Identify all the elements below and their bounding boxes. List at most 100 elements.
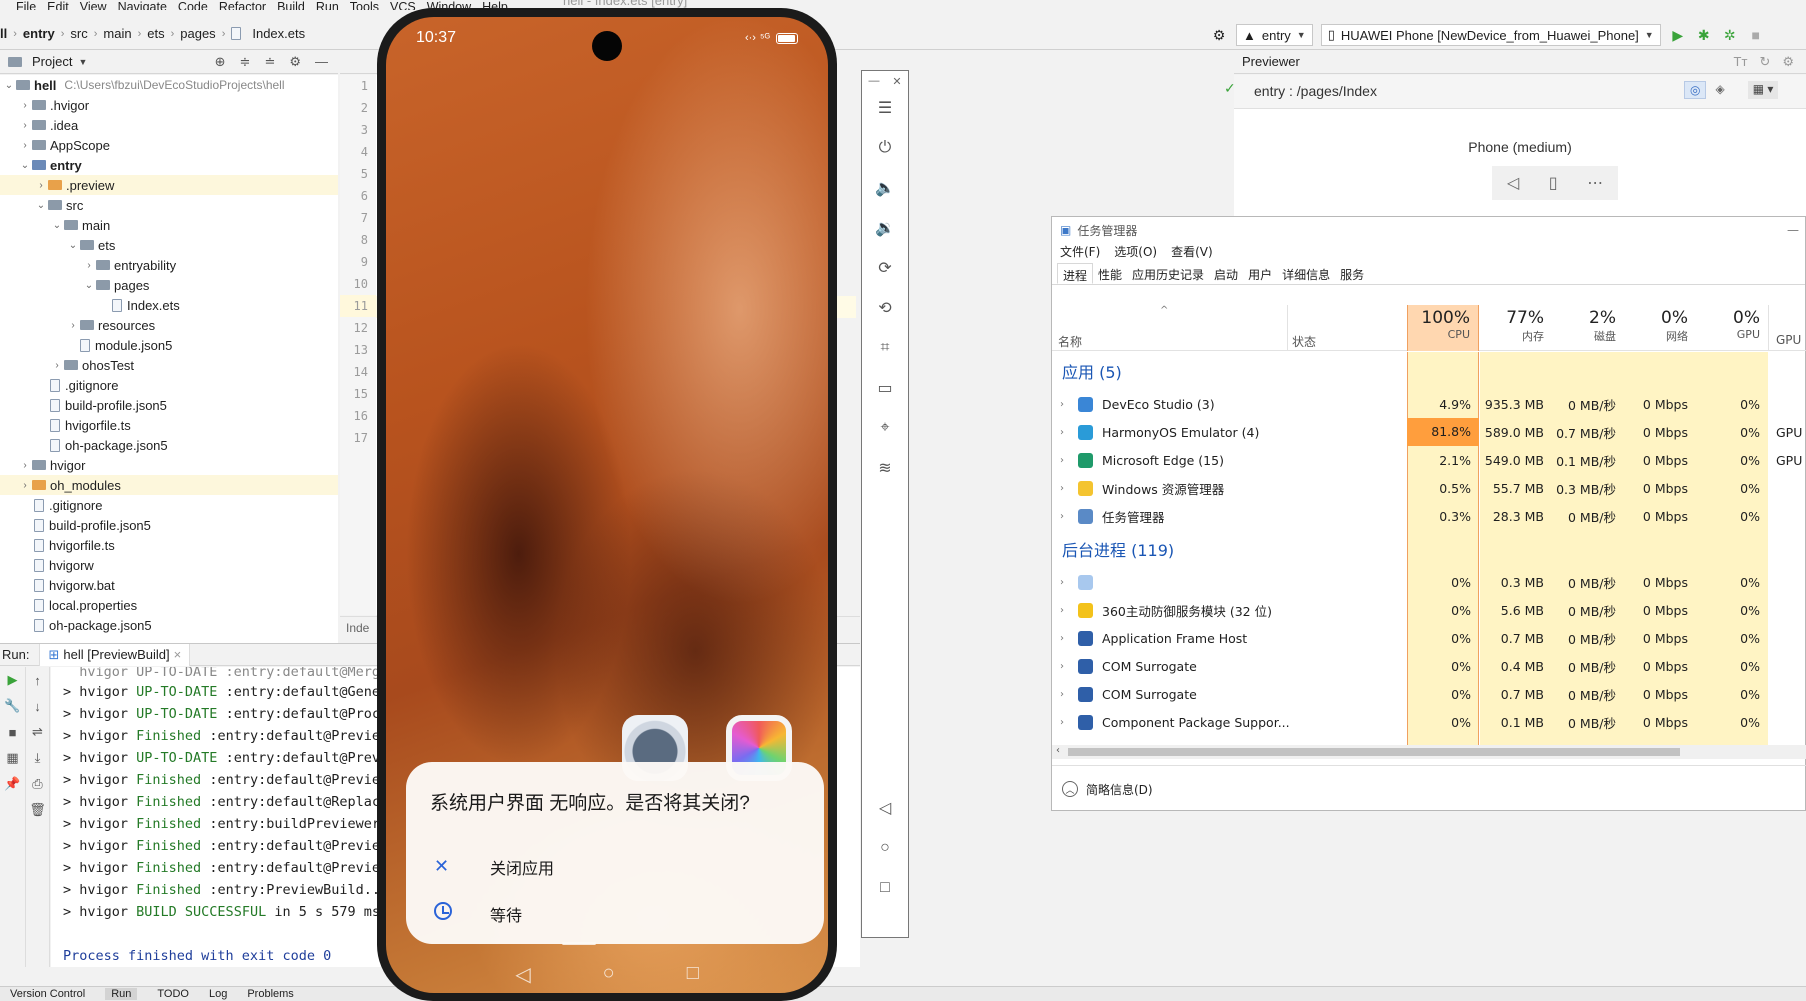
chevron-right-icon[interactable]: ›	[1060, 511, 1064, 522]
menu-item-tools[interactable]: Tools	[350, 0, 379, 10]
layout-icon[interactable]: ▦ ▾	[1747, 81, 1779, 99]
refresh-icon[interactable]: ↻	[1759, 54, 1770, 70]
chevron-right-icon[interactable]: ›	[1060, 483, 1064, 494]
tree-item[interactable]: build-profile.json5	[0, 395, 338, 415]
chevron-right-icon[interactable]: ›	[18, 120, 32, 131]
tab-details[interactable]: 详细信息	[1277, 263, 1335, 284]
tab-app-history[interactable]: 应用历史记录	[1127, 263, 1209, 284]
trash-icon[interactable]: 🗑	[26, 797, 49, 823]
chevron-right-icon[interactable]: ›	[34, 180, 48, 191]
tab-services[interactable]: 服务	[1335, 263, 1369, 284]
profile-icon[interactable]: ✲	[1721, 26, 1739, 44]
tree-item[interactable]: ⌄ src	[0, 195, 338, 215]
chevron-right-icon[interactable]: ›	[1060, 577, 1064, 588]
gear-icon[interactable]: ⚙	[1210, 26, 1228, 44]
soft-wrap-icon[interactable]: ⇌	[26, 719, 49, 745]
rotate-icon[interactable]: ▯	[1549, 173, 1558, 193]
gear-icon[interactable]: ⚙	[1782, 54, 1794, 70]
menu-icon[interactable]: ☰	[862, 88, 908, 128]
chevron-down-icon[interactable]: ▼	[78, 57, 87, 67]
tree-item[interactable]: module.json5	[0, 335, 338, 355]
breadcrumb-item[interactable]: ets	[147, 26, 164, 41]
column-memory[interactable]: 77% 内存	[1480, 305, 1552, 351]
close-icon[interactable]: ×	[174, 647, 182, 662]
tree-item[interactable]: ⌄ ets	[0, 235, 338, 255]
tab-problems[interactable]: Problems	[247, 988, 293, 1000]
back-icon[interactable]: ◁	[862, 788, 908, 828]
gear-icon[interactable]: ⚙	[289, 54, 301, 70]
pin-icon[interactable]: 📌	[0, 771, 25, 797]
column-name[interactable]: 名称	[1058, 333, 1082, 350]
menu-item-refactor[interactable]: Refactor	[219, 0, 266, 10]
more-icon[interactable]: ⋯	[1587, 173, 1603, 193]
chevron-right-icon[interactable]: ›	[50, 360, 64, 371]
breadcrumb-item[interactable]: pages	[180, 26, 215, 41]
tree-item[interactable]: › ohosTest	[0, 355, 338, 375]
device-select[interactable]: ▯ HUAWEI Phone [NewDevice_from_Huawei_Pho…	[1320, 24, 1661, 46]
menu-item-edit[interactable]: Edit	[47, 0, 69, 10]
menu-item-navigate[interactable]: Navigate	[118, 0, 167, 10]
stop-icon[interactable]: ■	[1747, 26, 1765, 44]
print-icon[interactable]: ⎙	[26, 771, 49, 797]
tree-item[interactable]: build-profile.json5	[0, 515, 338, 535]
process-group-header[interactable]: 后台进程 (119)	[1052, 530, 1806, 568]
tree-item[interactable]: › .preview	[0, 175, 338, 195]
close-app-option[interactable]: ✕ 关闭应用	[430, 843, 800, 890]
chevron-down-icon[interactable]: ⌄	[82, 280, 96, 291]
breadcrumb-item[interactable]: src	[70, 26, 87, 41]
chevron-right-icon[interactable]: ›	[18, 100, 32, 111]
volume-down-icon[interactable]: 🔉	[862, 208, 908, 248]
wifi-icon[interactable]: ≋	[862, 448, 908, 488]
layers-icon[interactable]: ◈	[1710, 81, 1729, 99]
tree-item[interactable]: ⌄ pages	[0, 275, 338, 295]
tree-item[interactable]: › oh_modules	[0, 475, 338, 495]
menu-item-build[interactable]: Build	[277, 0, 305, 10]
process-row[interactable]: › DevEco Studio (3) 4.9% 935.3 MB 0 MB/秒 0 Mb…	[1052, 390, 1806, 418]
process-row[interactable]: › COM Surrogate 0% 0.4 MB 0 MB/秒 0 Mbps 0%	[1052, 652, 1806, 680]
scroll-left-icon[interactable]: ‹	[1056, 745, 1060, 756]
layout-icon[interactable]: ▦	[0, 745, 25, 771]
tree-item[interactable]: .gitignore	[0, 375, 338, 395]
chevron-right-icon[interactable]: ›	[18, 140, 32, 151]
menu-options[interactable]: 选项(O)	[1114, 243, 1157, 263]
column-state[interactable]: 状态	[1292, 333, 1316, 350]
rotate-icon[interactable]: ⟳	[862, 248, 908, 288]
process-row[interactable]: › 0% 0.3 MB 0 MB/秒 0 Mbps 0%	[1052, 568, 1806, 596]
tree-item[interactable]: oh-package.json5	[0, 615, 338, 635]
back-icon[interactable]: ◁	[515, 962, 530, 987]
chevron-right-icon[interactable]: ›	[1060, 399, 1064, 410]
column-cpu[interactable]: 100% CPU	[1407, 305, 1479, 351]
text-icon[interactable]: Tт	[1734, 54, 1748, 70]
tab-log[interactable]: Log	[209, 988, 227, 1000]
menu-item-vcs[interactable]: VCS	[390, 0, 416, 10]
home-icon[interactable]: ○	[862, 828, 908, 868]
tree-item[interactable]: hvigorfile.ts	[0, 415, 338, 435]
rerun-icon[interactable]: ▶	[0, 667, 25, 693]
menu-item-view[interactable]: View	[80, 0, 107, 10]
recents-icon[interactable]: □	[862, 868, 908, 908]
process-row[interactable]: › Microsoft Edge (15) 2.1% 549.0 MB 0.1 MB/秒…	[1052, 446, 1806, 474]
chevron-right-icon[interactable]: ›	[1060, 633, 1064, 644]
tree-item[interactable]: hvigorw	[0, 555, 338, 575]
process-row[interactable]: › HarmonyOS Emulator (4) 81.8% 589.0 MB 0.7 …	[1052, 418, 1806, 446]
tree-item[interactable]: ⌄ main	[0, 215, 338, 235]
tree-item[interactable]: oh-package.json5	[0, 435, 338, 455]
target-icon[interactable]: ⊕	[215, 54, 226, 70]
tab-run[interactable]: Run	[105, 988, 138, 1000]
column-gpu[interactable]: 0% GPU	[1696, 305, 1768, 351]
scrollbar-thumb[interactable]	[1068, 748, 1680, 756]
run-icon[interactable]: ▶	[1669, 26, 1687, 44]
home-icon[interactable]: ○	[603, 962, 615, 987]
horizontal-scrollbar[interactable]: ‹	[1052, 745, 1806, 759]
recents-icon[interactable]: □	[687, 962, 699, 987]
process-row[interactable]: › 360主动防御服务模块 (32 位) 0% 5.6 MB 0 MB/秒 0 Mbps 0…	[1052, 596, 1806, 624]
tree-item[interactable]: hvigorfile.ts	[0, 535, 338, 555]
phone-screen[interactable]: 10:37 ‹·› ⁵ᴳ 系统用户界面 无响应。是否将其关闭? ✕ 关闭应用 等…	[386, 17, 828, 993]
tree-item[interactable]: local.properties	[0, 595, 338, 615]
wrench-icon[interactable]: 🔧	[0, 693, 25, 719]
chevron-down-icon[interactable]: ⌄	[50, 220, 64, 231]
chevron-right-icon[interactable]: ›	[82, 260, 96, 271]
tab-startup[interactable]: 启动	[1209, 263, 1243, 284]
column-gpu-engine[interactable]: GPU	[1776, 333, 1801, 347]
chevron-down-icon[interactable]: ⌄	[2, 80, 16, 91]
